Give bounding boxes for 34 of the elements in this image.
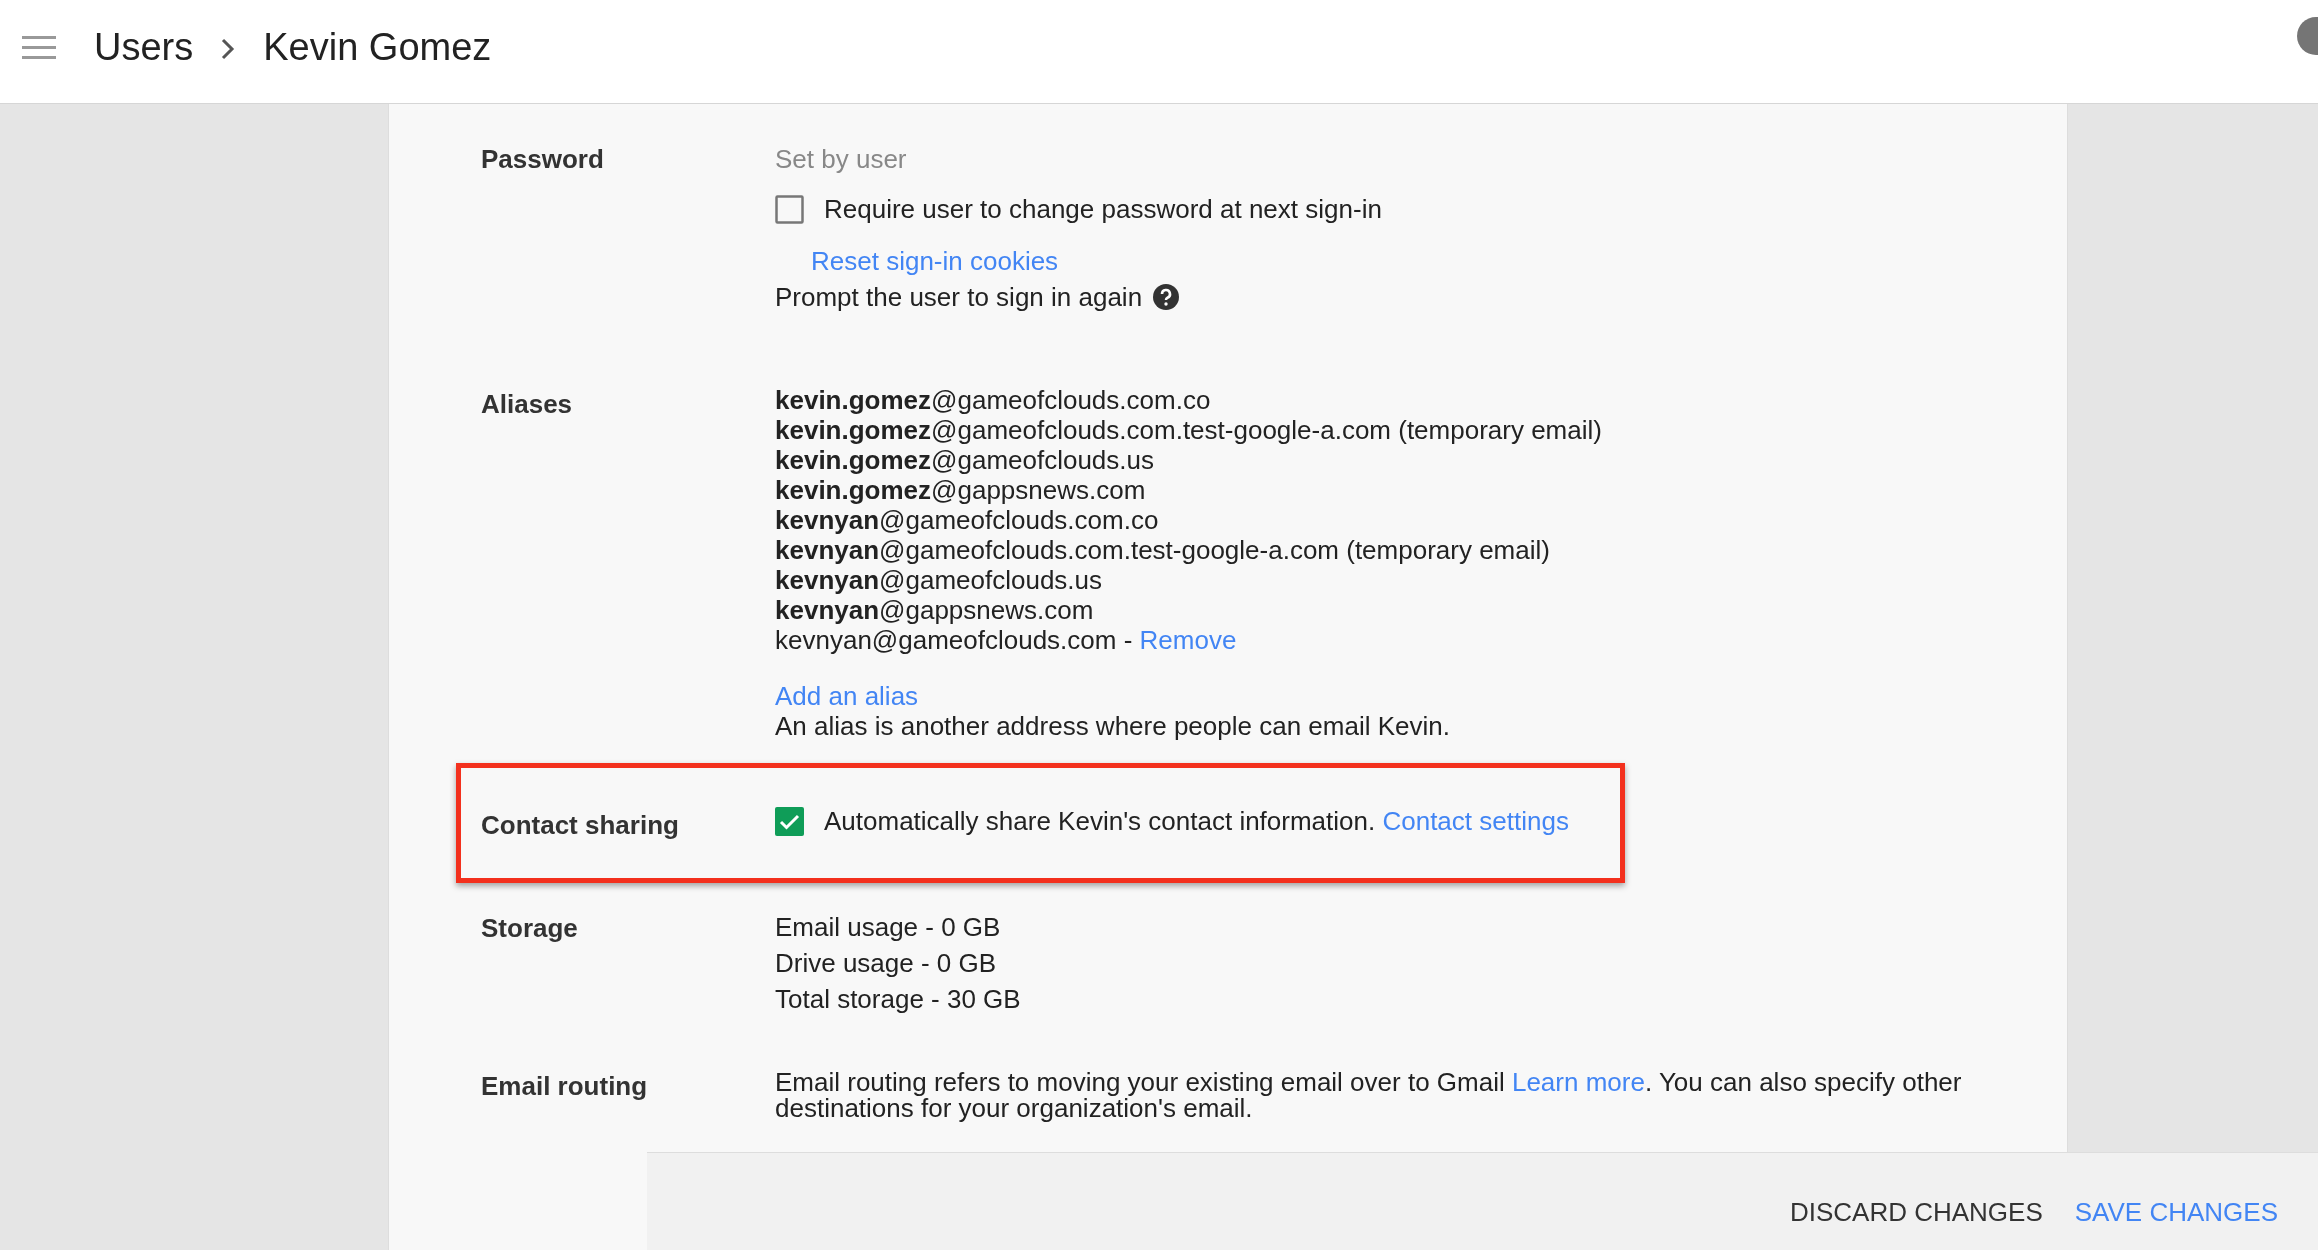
alias-address: kevin.gomez@gameofclouds.com.test-google-a.com (temporary email): [775, 415, 1602, 445]
discard-button[interactable]: DISCARD CHANGES: [1777, 1187, 2055, 1238]
routing-description: Email routing refers to moving your existing email over to Gmail Learn more. You can also specify other destinations for your organization's email.: [775, 1067, 1963, 1121]
save-button[interactable]: SAVE CHANGES: [2062, 1187, 2290, 1238]
remove-link[interactable]: Remove: [1139, 625, 1237, 655]
alias-address: kevnyan@gameofclouds.com.co: [775, 505, 1159, 535]
checkbox-label: Automatically share Kevin's contact information.: [824, 806, 1376, 836]
alias-address: kevin.gomez@gameofclouds.com.co: [775, 385, 1211, 415]
alias-address: kevnyan@gameofclouds.com.test-google-a.com (temporary email): [775, 535, 1550, 565]
contact-settings-link[interactable]: Contact settings: [1382, 806, 1569, 836]
add-alias-link[interactable]: Add an alias: [775, 677, 919, 711]
alias-address: kevnyan@gameofclouds.com -: [775, 625, 1134, 655]
page-title: Kevin Gomez: [263, 26, 492, 70]
section-label: Password: [481, 143, 605, 176]
storage-line: Drive usage - 0 GB: [775, 947, 997, 980]
section-label: Storage: [481, 912, 579, 945]
checkbox[interactable]: [775, 806, 804, 836]
password-status: Set by user: [775, 143, 907, 174]
checkbox[interactable]: [775, 194, 804, 224]
learn-more-link[interactable]: Learn more: [1511, 1067, 1645, 1097]
section-label: Aliases: [481, 388, 574, 421]
section-label: Contact sharing: [481, 809, 680, 840]
alias-address: kevin.gomez@gappsnews.com: [775, 475, 1146, 505]
alias-address: kevin.gomez@gameofclouds.us: [775, 445, 1155, 475]
hint-text: An alias is another address where people can email Kevin.: [775, 711, 1450, 741]
alias-address: kevnyan@gappsnews.com: [775, 595, 1094, 625]
reset-cookies-link[interactable]: Reset sign-in cookies: [811, 246, 1059, 276]
alias-address: kevnyan@gameofclouds.us: [775, 565, 1103, 595]
checkbox-label: Require user to change password at next sign-in: [824, 194, 1382, 224]
hint-text: Prompt the user to sign in again: [775, 282, 1143, 312]
section-label: Email routing: [481, 1070, 649, 1103]
breadcrumb-link[interactable]: Users: [94, 26, 194, 77]
storage-line: Total storage - 30 GB: [775, 983, 1021, 1016]
storage-line: Email usage - 0 GB: [775, 911, 1001, 944]
